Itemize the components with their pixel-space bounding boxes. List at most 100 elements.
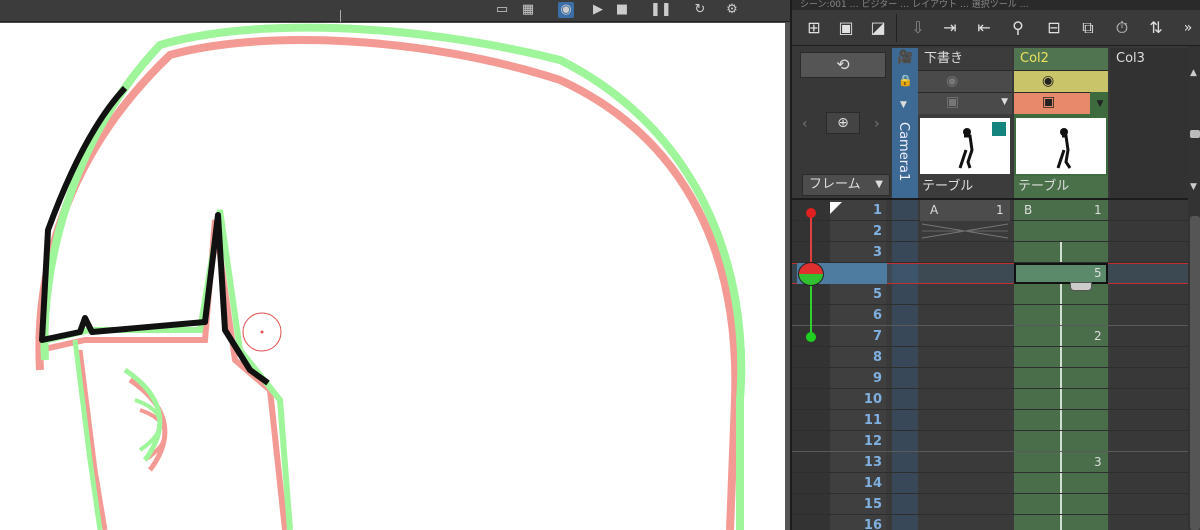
column-header-2[interactable]: Col2 ◉ ▣ ▼ テーブル: [1014, 48, 1108, 198]
scroll-down-icon[interactable]: ▼: [1190, 182, 1197, 192]
drawing-strokes: [35, 23, 746, 530]
cell-level-name: B: [1024, 203, 1033, 217]
xsheet-cell-area[interactable]: 12345678910111213141516 A 1 B 1 5 2 3: [792, 198, 1188, 530]
export-icon[interactable]: ⇤: [972, 16, 996, 40]
eye-icon[interactable]: ◉: [1042, 73, 1054, 89]
frame-number[interactable]: 3: [830, 242, 886, 263]
column-pegbar[interactable]: テーブル: [918, 176, 1012, 198]
more-button[interactable]: »: [1176, 16, 1200, 40]
xsheet-toolbar: ⊞ ▣ ◪ ⇩ ⇥ ⇤ ⚲ ⊟ ⧉ ⏱ ⇅ »: [792, 10, 1200, 46]
column-thumbnail: [1016, 118, 1106, 174]
column-thumbnail: [920, 118, 1010, 174]
preview-toggle[interactable]: 🔒 ◉: [898, 70, 1012, 92]
fold-marker-icon[interactable]: [830, 202, 842, 214]
eye-icon[interactable]: ◉: [946, 73, 958, 89]
timer-icon[interactable]: ⏱: [1110, 16, 1134, 40]
frame-number[interactable]: 16: [830, 515, 886, 530]
header-left-panel: ⟲ ‹ ⊕ › フレーム ▼: [796, 50, 892, 196]
frame-number[interactable]: 15: [830, 494, 886, 515]
import-icon[interactable]: ⇥: [938, 16, 962, 40]
camstand-toggle[interactable]: ▣: [1014, 92, 1090, 114]
cell-frame-number: 2: [1094, 329, 1102, 343]
play-icon[interactable]: ▶: [590, 2, 606, 18]
frame-icon[interactable]: ▭: [494, 2, 510, 18]
camera-cells[interactable]: [892, 200, 918, 530]
camstand-toggle[interactable]: ▣ ▼: [918, 92, 1012, 114]
cell-frame-number: 5: [1094, 266, 1102, 280]
column-3-cells[interactable]: [1110, 200, 1188, 530]
sort-icon[interactable]: ⇅: [1144, 16, 1168, 40]
xsheet-title: シーン:001 … ビジター … レイアウト … 選択ツール …: [792, 0, 1200, 10]
xsheet-panel: シーン:001 … ビジター … レイアウト … 選択ツール … ⊞ ▣ ◪ ⇩…: [790, 0, 1200, 530]
chevron-down-icon[interactable]: ▼: [1001, 97, 1008, 107]
frame-number[interactable]: 14: [830, 473, 886, 494]
cell-frame-number: 1: [1094, 203, 1102, 217]
frame-number[interactable]: 12: [830, 431, 886, 452]
frame-display-select[interactable]: フレーム ▼: [802, 174, 890, 196]
toggle-orientation-button[interactable]: ⟲: [800, 52, 886, 78]
cell-frame-number: 1: [996, 203, 1004, 217]
frame-number[interactable]: 9: [830, 368, 886, 389]
new-raster-level-icon[interactable]: ⊞: [802, 16, 826, 40]
add-memo-button[interactable]: ⊕: [826, 112, 860, 134]
new-column-icon[interactable]: ⊟: [1042, 16, 1066, 40]
ruler-marker: [340, 10, 341, 22]
onion-front-dot[interactable]: [806, 332, 816, 342]
camera-icon[interactable]: ■: [614, 2, 630, 18]
scene-cast-icon[interactable]: ⚲: [1006, 16, 1030, 40]
new-vector-level-icon[interactable]: ◪: [866, 16, 890, 40]
column-header-3[interactable]: Col3: [1110, 48, 1188, 198]
viewer-panel: ▭ ▦ ◉ ▶ ■ ❚❚ ↻ ⚙: [0, 0, 790, 530]
camstand-icon[interactable]: ▣: [946, 94, 959, 110]
drawing-canvas[interactable]: [0, 23, 785, 530]
column-pegbar[interactable]: テーブル: [1014, 176, 1108, 198]
xsheet-column-header: ⟲ ‹ ⊕ › フレーム ▼ 🎥 🔒 ▼ Camera1 下書き 🔒 ◉ ▣ ▼…: [792, 46, 1188, 198]
frame-number[interactable]: 13: [830, 452, 886, 473]
pause-icon[interactable]: ❚❚: [650, 2, 672, 18]
scroll-thumb[interactable]: [1190, 130, 1200, 138]
current-frame-onion-handle[interactable]: [798, 262, 824, 286]
lock-icon[interactable]: 🔒: [898, 74, 912, 87]
empty-cell-cross-icon: [922, 223, 1008, 239]
character-thumbnail-icon: [1056, 128, 1072, 169]
chevron-down-icon: ▼: [875, 179, 883, 190]
frame-number[interactable]: 8: [830, 347, 886, 368]
settings-icon[interactable]: ⚙: [724, 2, 740, 18]
character-thumbnail-icon: [958, 122, 1006, 169]
column-1-cells[interactable]: [918, 200, 1012, 530]
column-name[interactable]: Col3: [1110, 48, 1188, 70]
preview-toggle[interactable]: ◉: [1014, 70, 1108, 92]
frame-number[interactable]: 6: [830, 305, 886, 326]
frame-number[interactable]: 10: [830, 389, 886, 410]
frame-number[interactable]: 5: [830, 284, 886, 305]
frame-number[interactable]: 7: [830, 326, 886, 347]
grid-icon[interactable]: ▦: [520, 2, 536, 18]
new-frame-icon[interactable]: ⧉: [1076, 16, 1100, 40]
chevron-down-icon[interactable]: ▼: [1092, 94, 1108, 114]
hold-line: [1060, 242, 1062, 530]
column-header-1[interactable]: 下書き 🔒 ◉ ▣ ▼ テーブル: [898, 48, 1012, 198]
camera-label: Camera1: [896, 122, 911, 182]
chevron-down-icon[interactable]: ▼: [900, 100, 907, 110]
frame-number[interactable]: 2: [830, 221, 886, 242]
next-arrow-icon[interactable]: ›: [874, 116, 880, 132]
cell-frame-number: 3: [1094, 455, 1102, 469]
scroll-thumb[interactable]: [1190, 216, 1200, 530]
camstand-icon[interactable]: ▣: [1042, 94, 1055, 110]
drag-handle[interactable]: [1070, 282, 1092, 291]
column-name[interactable]: 下書き: [918, 48, 1012, 70]
camera-column[interactable]: 🎥 🔒 ▼ Camera1: [892, 48, 918, 198]
header-scrollbar[interactable]: ▲ ▼: [1188, 46, 1200, 198]
onion-skin-icon[interactable]: ◉: [558, 2, 574, 18]
frame-number[interactable]: 11: [830, 410, 886, 431]
refresh-icon[interactable]: ↻: [692, 2, 708, 18]
collapse-icon[interactable]: ⇩: [906, 16, 930, 40]
column-name[interactable]: Col2: [1014, 48, 1108, 70]
onion-back-dot[interactable]: [806, 208, 816, 218]
new-toonz-level-icon[interactable]: ▣: [834, 16, 858, 40]
scroll-up-icon[interactable]: ▲: [1190, 68, 1197, 78]
frame-display-label: フレーム: [809, 177, 861, 192]
prev-arrow-icon[interactable]: ‹: [802, 116, 808, 132]
viewer-toolbar: ▭ ▦ ◉ ▶ ■ ❚❚ ↻ ⚙: [0, 0, 790, 22]
xsheet-scrollbar[interactable]: [1188, 198, 1200, 530]
